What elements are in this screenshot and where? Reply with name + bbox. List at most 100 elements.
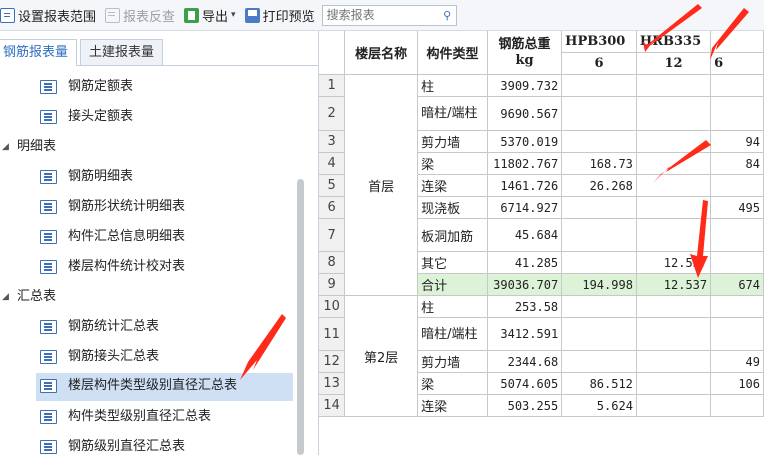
hrb335-d12-cell	[635, 196, 712, 219]
tree-item-rebar-stat-summary[interactable]: 钢筋统计汇总表	[0, 313, 300, 341]
hrb335-d12-cell: 12.537	[635, 273, 712, 296]
print-preview-icon	[244, 7, 260, 23]
next-grade-d6-cell	[710, 317, 764, 351]
tree-item-label: 钢筋明细表	[68, 169, 134, 184]
tree-group-label: 汇总表	[17, 289, 57, 304]
hrb335-d12-cell	[635, 295, 712, 318]
hpb300-d6-cell: 194.998	[561, 273, 637, 296]
tree-group-detail[interactable]: ◢ 明细表	[0, 133, 300, 161]
set-report-range-label: 设置报表范围	[18, 9, 97, 25]
total-weight-cell: 253.58	[486, 295, 563, 318]
row-number: 3	[319, 130, 346, 153]
total-weight-cell: 11802.767	[486, 152, 563, 175]
tree-item-rebar-detail[interactable]: 钢筋明细表	[0, 163, 300, 191]
tree-group-label: 明细表	[17, 139, 57, 154]
table-row[interactable]: 10 第2层柱 253.58	[319, 295, 764, 417]
header-grade-next	[710, 31, 764, 53]
next-grade-d6-cell	[710, 74, 764, 97]
tab-civil-report[interactable]: 土建报表量	[80, 39, 164, 65]
header-diameter-12: 12	[635, 52, 712, 75]
tree-item-grade-diameter-summary[interactable]: 钢筋级别直径汇总表	[0, 433, 300, 455]
hrb335-d12-cell: 12.537	[635, 251, 712, 274]
component-type-cell: 剪力墙	[417, 130, 488, 153]
row-number: 4	[319, 152, 346, 175]
print-preview-button[interactable]: 打印预览	[244, 0, 320, 30]
report-reverse-check-button[interactable]: 报表反查	[105, 0, 180, 30]
set-report-range-button[interactable]: 设置报表范围	[0, 0, 101, 30]
row-number: 8	[319, 251, 346, 274]
export-icon	[184, 7, 200, 23]
tree-item-label: 楼层构件统计校对表	[68, 259, 186, 274]
report-tree-pane: 钢筋报表量 土建报表量 钢筋定额表 接头定额表 ◢ 明细表 钢筋明细表 钢筋形状…	[0, 31, 319, 455]
report-doc-icon	[40, 379, 57, 393]
reverse-check-icon	[105, 7, 121, 23]
print-preview-label: 打印预览	[262, 9, 315, 25]
header-total-weight-unit: kg	[515, 52, 534, 68]
component-type-cell: 连梁	[417, 394, 488, 417]
component-type-cell: 暗柱/端柱	[417, 96, 488, 131]
report-settings-icon	[0, 7, 15, 23]
hpb300-d6-cell	[561, 130, 637, 153]
total-weight-cell: 39036.707	[486, 273, 563, 296]
total-weight-cell: 2344.68	[486, 350, 563, 373]
hpb300-d6-cell: 86.512	[561, 372, 637, 395]
report-table: 楼层名称 构件类型 钢筋总重 kg HPB300 HRB335 6 12 6 1…	[319, 31, 764, 417]
tree-item-floor-component-check[interactable]: 楼层构件统计校对表	[0, 253, 300, 281]
collapse-caret-icon[interactable]: ◢	[2, 133, 9, 161]
hpb300-d6-cell	[561, 218, 637, 252]
header-hpb300: HPB300	[561, 31, 637, 53]
report-doc-icon	[40, 110, 57, 124]
total-weight-cell: 45.684	[486, 218, 563, 252]
hpb300-d6-cell	[561, 350, 637, 373]
total-weight-cell: 9690.567	[486, 96, 563, 131]
report-doc-icon	[40, 440, 57, 454]
tree-item-label: 钢筋形状统计明细表	[68, 199, 186, 214]
report-search-input[interactable]	[322, 5, 439, 25]
tree-item-floor-type-grade-diameter-summary[interactable]: 楼层构件类型级别直径汇总表	[0, 372, 300, 401]
tab-rebar-report[interactable]: 钢筋报表量	[0, 39, 78, 66]
floor-name-cell: 第2层	[344, 295, 419, 417]
tree-item-type-grade-diameter-summary[interactable]: 构件类型级别直径汇总表	[0, 403, 300, 431]
table-corner	[319, 31, 346, 75]
search-icon[interactable]: ⚲	[439, 9, 456, 22]
component-type-cell: 现浇板	[417, 196, 488, 219]
row-number: 12	[319, 350, 346, 373]
tree-group-summary[interactable]: ◢ 汇总表	[0, 283, 300, 311]
next-grade-d6-cell: 94	[710, 130, 764, 153]
hrb335-d12-cell	[635, 174, 712, 197]
row-number: 7	[319, 218, 346, 252]
hrb335-d12-cell	[635, 74, 712, 97]
report-doc-icon	[40, 260, 57, 274]
tree-item-label: 钢筋级别直径汇总表	[68, 439, 186, 454]
hpb300-d6-cell: 5.624	[561, 394, 637, 417]
row-number: 13	[319, 372, 346, 395]
tree-item-rebar-joint-summary[interactable]: 钢筋接头汇总表	[0, 343, 300, 371]
row-number: 9	[319, 273, 346, 296]
row-number: 11	[319, 317, 346, 351]
total-weight-cell: 5074.605	[486, 372, 563, 395]
collapse-caret-icon[interactable]: ◢	[2, 283, 9, 311]
table-row[interactable]: 1 首层柱 3909.732	[319, 74, 764, 296]
tree-item-label: 钢筋接头汇总表	[68, 349, 160, 364]
next-grade-d6-cell: 106	[710, 372, 764, 395]
tree-item-component-summary-detail[interactable]: 构件汇总信息明细表	[0, 223, 300, 251]
next-grade-d6-cell	[710, 96, 764, 131]
hpb300-d6-cell	[561, 251, 637, 274]
component-type-cell: 梁	[417, 372, 488, 395]
row-number: 14	[319, 394, 346, 417]
header-component-type: 构件类型	[417, 31, 488, 75]
tree-item-rebar-shape-detail[interactable]: 钢筋形状统计明细表	[0, 193, 300, 221]
tree-item-joint-quota[interactable]: 接头定额表	[0, 103, 300, 131]
header-total-weight-label: 钢筋总重	[498, 36, 551, 52]
hpb300-d6-cell: 168.73	[561, 152, 637, 175]
tree-item-label: 接头定额表	[68, 109, 134, 124]
tree-item-rebar-quota[interactable]: 钢筋定额表	[0, 73, 300, 101]
report-table-body: 1 首层柱 3909.732 2 暗柱/端柱 9690.567 3 剪力墙 5370.019 94…	[319, 74, 764, 417]
floor-name-cell: 首层	[344, 74, 419, 296]
total-weight-cell: 5370.019	[486, 130, 563, 153]
total-weight-cell: 3909.732	[486, 74, 563, 97]
tree-scrollbar[interactable]	[297, 179, 304, 455]
export-button[interactable]: 导出 ▾	[184, 0, 241, 30]
tree-item-label: 构件汇总信息明细表	[68, 229, 186, 244]
report-doc-icon	[40, 80, 57, 94]
